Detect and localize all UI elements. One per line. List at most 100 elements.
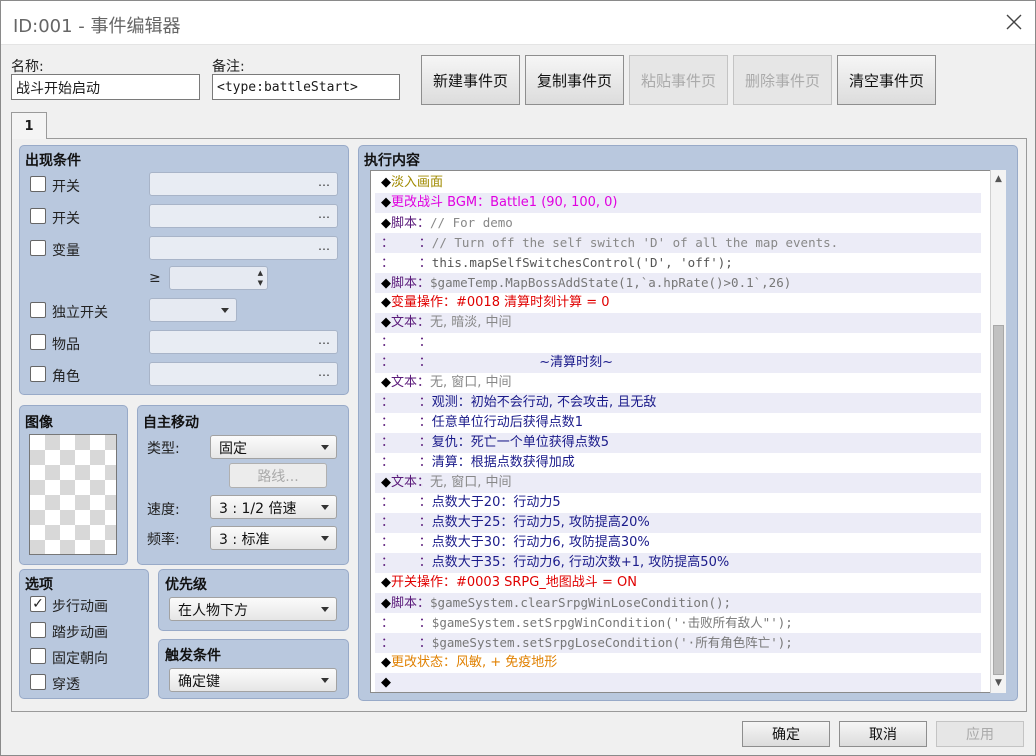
scroll-up-icon[interactable]: ▲ xyxy=(991,171,1006,187)
delete-page-button[interactable]: 删除事件页 xyxy=(733,55,832,105)
scroll-down-icon[interactable]: ▼ xyxy=(991,675,1006,691)
command-segment: // For demo xyxy=(430,215,513,230)
copy-page-button[interactable]: 复制事件页 xyxy=(525,55,624,105)
event-editor-window: ID:001 - 事件编辑器 名称: 战斗开始启动 备注: <type:batt… xyxy=(0,0,1036,756)
variable-checkbox[interactable] xyxy=(30,240,46,256)
command-segment: 更改状态：风敏, + 免疫地形 xyxy=(391,655,558,670)
item-checkbox[interactable] xyxy=(30,334,46,350)
frequency-value: 3 : 标准 xyxy=(219,532,270,548)
command-line[interactable]: ： ：任意单位行动后获得点数1 xyxy=(375,413,981,433)
chevron-down-icon xyxy=(321,505,329,510)
new-page-button[interactable]: 新建事件页 xyxy=(421,55,520,105)
command-line[interactable]: ： ：this.mapSelfSwitchesControl('D', 'off… xyxy=(375,253,981,273)
command-line[interactable]: ： ：点数大于25：行动力5, 攻防提高20% xyxy=(375,513,981,533)
command-line[interactable]: ◆文本：无, 窗口, 中间 xyxy=(375,473,981,493)
command-line[interactable]: ◆淡入画面 xyxy=(375,173,981,193)
actor-label: 角色 xyxy=(52,369,80,385)
command-line[interactable]: ◆开关操作：#0003 SRPG_地图战斗 = ON xyxy=(375,573,981,593)
self-switch-checkbox[interactable] xyxy=(30,302,46,318)
command-line[interactable]: ： ：$gameSystem.setSrpgWinCondition('·击败所… xyxy=(375,613,981,633)
move-type-select[interactable]: 固定 xyxy=(210,435,337,459)
command-line[interactable]: ： ：$gameSystem.setSrpgLoseCondition('·所有… xyxy=(375,633,981,653)
actor-checkbox[interactable] xyxy=(30,366,46,382)
actor-select[interactable]: … xyxy=(149,362,338,386)
command-segment: $gameSystem.setSrpgLoseCondition('·所有角色阵… xyxy=(431,635,793,650)
autonomous-movement-title: 自主移动 xyxy=(143,415,199,431)
through-checkbox[interactable] xyxy=(30,674,46,690)
variable-value-spinner[interactable]: ▲ ▼ xyxy=(169,266,268,290)
command-line[interactable]: ： ：观测：初始不会行动, 不会攻击, 且无敌 xyxy=(375,393,981,413)
chevron-down-icon xyxy=(221,308,229,313)
scroll-thumb[interactable] xyxy=(993,325,1004,675)
command-line[interactable]: ◆脚本：$gameTemp.MapBossAddState(1,`a.hpRat… xyxy=(375,273,981,293)
cancel-button[interactable]: 取消 xyxy=(839,721,927,747)
spin-up-icon[interactable]: ▲ xyxy=(258,269,263,277)
switch1-select[interactable]: … xyxy=(149,172,338,196)
command-line[interactable]: ： ：点数大于35：行动力6, 行动次数+1, 攻防提高50% xyxy=(375,553,981,573)
switch2-checkbox[interactable] xyxy=(30,208,46,224)
name-label: 名称: xyxy=(11,59,44,75)
route-button[interactable]: 路线... xyxy=(229,463,327,488)
command-segment: 脚本： xyxy=(391,216,431,231)
command-line[interactable]: ◆文本：无, 窗口, 中间 xyxy=(375,373,981,393)
command-line[interactable]: ： ：// Turn off the self switch 'D' of al… xyxy=(375,233,981,253)
command-segment: ： ： xyxy=(381,236,432,251)
apply-button[interactable]: 应用 xyxy=(936,721,1024,747)
chevron-down-icon xyxy=(321,536,329,541)
command-segment: ◆ xyxy=(381,315,391,330)
trigger-title: 触发条件 xyxy=(165,648,221,664)
switch2-select[interactable]: … xyxy=(149,204,338,228)
walking-anim-checkbox[interactable]: ✓ xyxy=(30,596,46,612)
command-line[interactable]: ： ：清算：根据点数获得加成 xyxy=(375,453,981,473)
variable-select[interactable]: … xyxy=(149,236,338,260)
command-line[interactable]: ◆更改战斗 BGM：Battle1 (90, 100, 0) xyxy=(375,193,981,213)
command-line[interactable]: ◆ xyxy=(375,673,981,692)
command-line[interactable]: ： ：点数大于30：行动力6, 攻防提高30% xyxy=(375,533,981,553)
close-button[interactable] xyxy=(999,7,1029,37)
command-segment: $gameTemp.MapBossAddState(1,`a.hpRate()>… xyxy=(430,275,792,290)
stepping-anim-checkbox[interactable] xyxy=(30,622,46,638)
command-list-scrollbar[interactable]: ▲ ▼ xyxy=(990,170,1006,693)
command-line[interactable]: ◆变量操作：#0018 清算时刻计算 = 0 xyxy=(375,293,981,313)
note-input[interactable]: <type:battleStart> xyxy=(212,74,400,100)
command-segment: 淡入画面 xyxy=(391,175,444,190)
item-select[interactable]: … xyxy=(149,330,338,354)
clear-page-button[interactable]: 清空事件页 xyxy=(837,55,936,105)
self-switch-select[interactable] xyxy=(149,298,237,322)
command-line[interactable]: ◆脚本：$gameSystem.clearSrpgWinLoseConditio… xyxy=(375,593,981,613)
command-segment: ◆ xyxy=(381,295,391,310)
command-segment: ◆ xyxy=(381,276,391,291)
command-segment: ： ： xyxy=(381,515,432,530)
command-line[interactable]: ： ：复仇：死亡一个单位获得点数5 xyxy=(375,433,981,453)
command-segment: 文本： xyxy=(391,315,431,330)
move-type-label: 类型: xyxy=(147,441,180,457)
window-title: ID:001 - 事件编辑器 xyxy=(13,16,181,37)
event-image-preview[interactable] xyxy=(29,434,117,555)
tab-page-1[interactable]: 1 xyxy=(11,112,47,139)
name-input[interactable]: 战斗开始启动 xyxy=(11,74,200,100)
priority-value: 在人物下方 xyxy=(178,603,248,619)
command-segment: ◆ xyxy=(381,596,391,611)
command-segment: 文本： xyxy=(391,375,431,390)
command-segment: 更改战斗 BGM：Battle1 (90, 100, 0) xyxy=(391,195,618,210)
direction-fix-checkbox[interactable] xyxy=(30,648,46,664)
command-segment: ： ： xyxy=(381,256,432,271)
command-segment: ： ： xyxy=(381,636,432,651)
frequency-select[interactable]: 3 : 标准 xyxy=(210,526,337,550)
switch1-checkbox[interactable] xyxy=(30,176,46,192)
priority-select[interactable]: 在人物下方 xyxy=(169,597,337,621)
more-icon: … xyxy=(318,333,331,347)
ok-button[interactable]: 确定 xyxy=(742,721,830,747)
command-list[interactable]: ◆淡入画面 ◆更改战斗 BGM：Battle1 (90, 100, 0) ◆脚本：/… xyxy=(370,170,1006,693)
command-line[interactable]: ◆更改状态：风敏, + 免疫地形 xyxy=(375,653,981,673)
command-segment: // Turn off the self switch 'D' of all t… xyxy=(431,235,839,250)
command-line[interactable]: ： ：点数大于20：行动力5 xyxy=(375,493,981,513)
speed-select[interactable]: 3 : 1/2 倍速 xyxy=(210,495,337,519)
command-line[interactable]: ◆脚本：// For demo xyxy=(375,213,981,233)
command-line[interactable]: ： ： ~清算时刻~ xyxy=(375,353,981,373)
paste-page-button[interactable]: 粘贴事件页 xyxy=(629,55,728,105)
command-line[interactable]: ： ： xyxy=(375,333,981,353)
trigger-select[interactable]: 确定键 xyxy=(169,668,337,692)
command-line[interactable]: ◆文本：无, 暗淡, 中间 xyxy=(375,313,981,333)
spin-down-icon[interactable]: ▼ xyxy=(258,279,263,287)
